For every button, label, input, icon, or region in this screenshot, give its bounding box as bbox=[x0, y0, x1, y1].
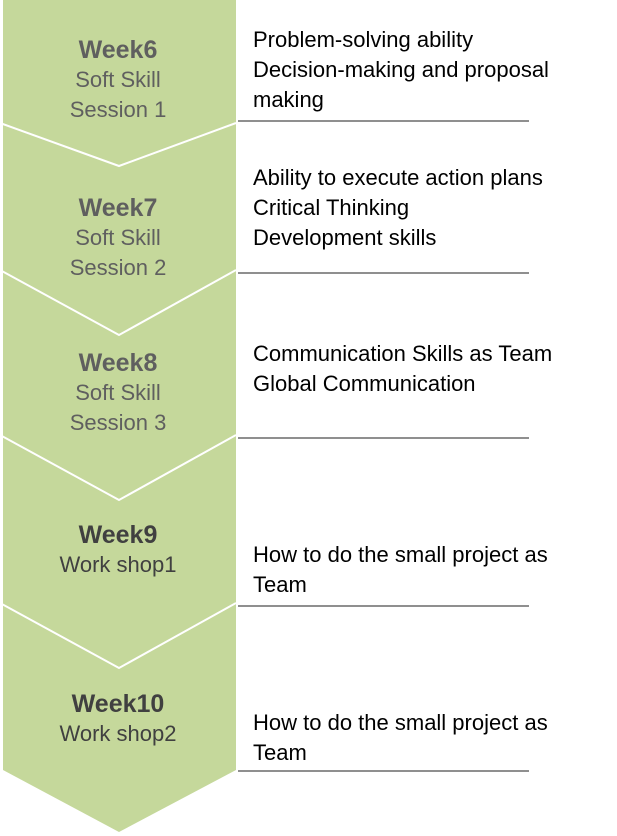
stage-description: How to do the small project as Team bbox=[253, 708, 613, 768]
stage-week7: Week7 Soft Skill Session 2 bbox=[0, 193, 236, 283]
session-label: Soft Skill bbox=[75, 380, 161, 405]
week-label: Week6 bbox=[78, 36, 158, 64]
description-line: Development skills bbox=[253, 225, 437, 250]
week-label: Week9 bbox=[78, 521, 158, 549]
divider-line bbox=[238, 770, 529, 772]
divider-line bbox=[238, 437, 529, 439]
description-line: Decision-making and proposal bbox=[253, 57, 549, 82]
workshop-label: Work shop1 bbox=[59, 552, 177, 577]
stage-week9: Week9 Work shop1 bbox=[0, 520, 236, 580]
stage-week6: Week6 Soft Skill Session 1 bbox=[0, 35, 236, 125]
session-label: Soft Skill bbox=[75, 225, 161, 250]
stage-week10: Week10 Work shop2 bbox=[0, 689, 236, 749]
week-label: Week7 bbox=[78, 194, 158, 222]
description-line: Team bbox=[253, 572, 307, 597]
stage-week8: Week8 Soft Skill Session 3 bbox=[0, 348, 236, 438]
stage-description: Problem-solving ability Decision-making … bbox=[253, 25, 613, 115]
description-line: How to do the small project as bbox=[253, 710, 548, 735]
stage-description: How to do the small project as Team bbox=[253, 540, 613, 600]
description-line: How to do the small project as bbox=[253, 542, 548, 567]
stage-description: Communication Skills as Team Global Comm… bbox=[253, 339, 613, 399]
description-line: Ability to execute action plans bbox=[253, 165, 543, 190]
workshop-label: Work shop2 bbox=[59, 721, 177, 746]
stage-description: Ability to execute action plans Critical… bbox=[253, 163, 613, 253]
description-line: Communication Skills as Team bbox=[253, 341, 553, 366]
week-label: Week10 bbox=[71, 690, 165, 718]
description-line: Team bbox=[253, 740, 307, 765]
week-label: Week8 bbox=[78, 349, 158, 377]
description-line: Global Communication bbox=[253, 371, 476, 396]
description-line: Problem-solving ability bbox=[253, 27, 474, 52]
session-label: Soft Skill bbox=[75, 67, 161, 92]
divider-line bbox=[238, 120, 529, 122]
divider-line bbox=[238, 272, 529, 274]
session-label: Session 1 bbox=[69, 97, 167, 122]
divider-line bbox=[238, 605, 529, 607]
session-label: Session 2 bbox=[69, 255, 167, 280]
description-line: making bbox=[253, 87, 324, 112]
session-label: Session 3 bbox=[69, 410, 167, 435]
description-line: Critical Thinking bbox=[253, 195, 410, 220]
